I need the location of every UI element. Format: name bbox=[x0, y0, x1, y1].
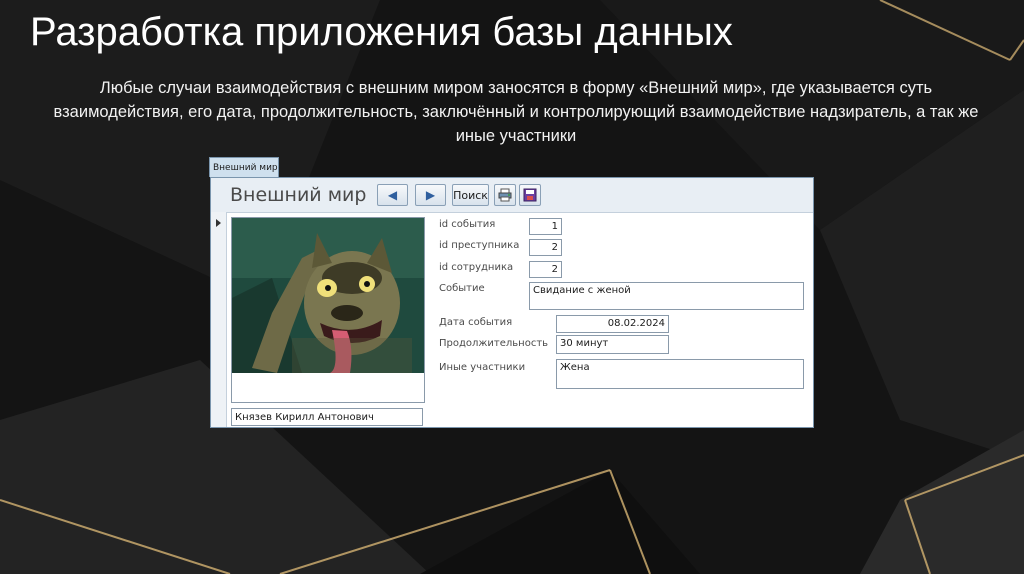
event-label: Событие bbox=[439, 283, 485, 294]
employee-id-label: id сотрудника bbox=[439, 262, 514, 273]
hyena-photo bbox=[232, 218, 424, 373]
criminal-id-field[interactable]: 2 bbox=[529, 239, 562, 256]
employee-name-field[interactable]: Князев Кирилл Антонович bbox=[231, 408, 423, 426]
form-header: Внешний мир ◀ ▶ Поиск bbox=[211, 178, 813, 213]
arrow-right-icon: ▶ bbox=[425, 188, 436, 202]
event-date-label: Дата события bbox=[439, 317, 513, 328]
slide-title: Разработка приложения базы данных bbox=[30, 10, 733, 54]
form-title: Внешний мир bbox=[230, 184, 367, 206]
access-form: Внешний мир ◀ ▶ Поиск Князев Кирилл Анто… bbox=[210, 177, 814, 428]
slide-description: Любые случаи взаимодействия с внешним ми… bbox=[53, 79, 979, 145]
printer-icon bbox=[498, 188, 512, 202]
duration-label: Продолжительность bbox=[439, 338, 549, 349]
previous-record-button[interactable]: ◀ bbox=[377, 184, 408, 206]
record-selector[interactable] bbox=[211, 212, 227, 427]
event-date-field[interactable]: 08.02.2024 bbox=[556, 315, 669, 333]
photo-frame bbox=[231, 217, 425, 403]
next-record-button[interactable]: ▶ bbox=[415, 184, 446, 206]
other-participants-label: Иные участники bbox=[439, 362, 526, 373]
duration-field[interactable]: 30 минут bbox=[556, 335, 669, 354]
print-button[interactable] bbox=[494, 184, 516, 206]
arrow-left-icon: ◀ bbox=[387, 188, 398, 202]
event-id-label: id события bbox=[439, 219, 496, 230]
tab-vneshniy-mir[interactable]: Внешний мир bbox=[209, 157, 279, 177]
save-button[interactable] bbox=[519, 184, 541, 206]
other-participants-field[interactable]: Жена bbox=[556, 359, 804, 389]
event-id-field[interactable]: 1 bbox=[529, 218, 562, 235]
save-icon bbox=[523, 188, 537, 202]
current-record-arrow-icon bbox=[216, 219, 221, 227]
search-button[interactable]: Поиск bbox=[452, 184, 489, 206]
criminal-id-label: id преступника bbox=[439, 240, 520, 251]
employee-id-field[interactable]: 2 bbox=[529, 261, 562, 278]
event-field[interactable]: Свидание с женой bbox=[529, 282, 804, 310]
